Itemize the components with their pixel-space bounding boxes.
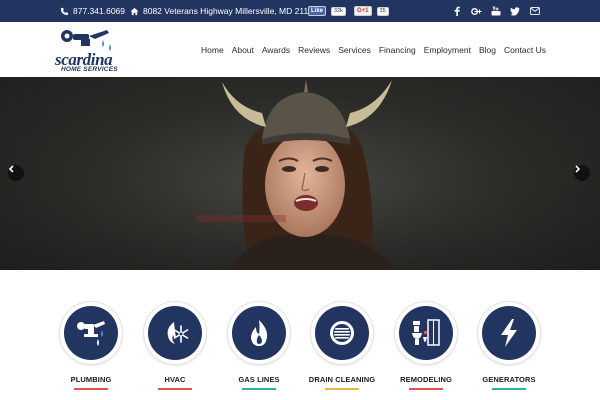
- service-label: GENERATORS: [482, 375, 536, 384]
- google-plus-button[interactable]: G+1: [354, 6, 372, 16]
- service-label: PLUMBING: [70, 375, 112, 384]
- service-icon-ring: [395, 302, 457, 364]
- service-label: REMODELING: [400, 375, 452, 384]
- bathroom-icon: [412, 319, 440, 346]
- services-section: PLUMBING HVAC GAS LINES DRAIN CLEANING R…: [0, 270, 600, 400]
- drain-icon: [330, 321, 354, 345]
- service-icon-ring: [311, 302, 373, 364]
- service-accent-line: [74, 388, 108, 390]
- phone-text: 877.341.6069: [73, 6, 125, 16]
- service-label: DRAIN CLEANING: [308, 375, 376, 384]
- site-header: scardina HOME SERVICES Home About Awards…: [0, 22, 600, 77]
- fire-snowflake-icon: [167, 322, 189, 344]
- logo[interactable]: scardina HOME SERVICES: [55, 26, 131, 74]
- slider-next-button[interactable]: [574, 165, 590, 181]
- slider-prev-button[interactable]: [8, 165, 24, 181]
- service-accent-line: [242, 388, 276, 390]
- service-icon-circle: [232, 306, 286, 360]
- google-plus-icon[interactable]: [469, 0, 483, 22]
- twitter-icon[interactable]: [508, 0, 522, 22]
- youtube-icon[interactable]: [489, 0, 503, 22]
- service-accent-line: [325, 388, 359, 390]
- nav-contact-us[interactable]: Contact Us: [504, 45, 546, 55]
- nav-services[interactable]: Services: [338, 45, 371, 55]
- service-icon-ring: [144, 302, 206, 364]
- service-generators[interactable]: GENERATORS: [469, 302, 549, 390]
- nav-employment[interactable]: Employment: [424, 45, 471, 55]
- nav-reviews[interactable]: Reviews: [298, 45, 330, 55]
- service-accent-line: [409, 388, 443, 390]
- service-icon-ring: [228, 302, 290, 364]
- nav-home[interactable]: Home: [201, 45, 224, 55]
- chevron-right-icon: [575, 165, 581, 173]
- address: 8082 Veterans Highway Millersville, MD 2…: [130, 0, 318, 22]
- chevron-left-icon: [8, 165, 14, 173]
- google-plus-count: 35: [376, 6, 389, 16]
- service-icon-circle: [148, 306, 202, 360]
- facebook-like-button[interactable]: Like: [308, 6, 327, 16]
- hero-slider: [0, 77, 600, 270]
- email-icon[interactable]: [528, 0, 542, 22]
- lightning-icon: [501, 319, 517, 347]
- nav-blog[interactable]: Blog: [479, 45, 496, 55]
- service-label: HVAC: [164, 375, 186, 384]
- service-icon-ring: [60, 302, 122, 364]
- address-text: 8082 Veterans Highway Millersville, MD 2…: [143, 6, 318, 16]
- faucet-icon: [77, 321, 105, 346]
- facebook-like-widget[interactable]: Like 32k: [308, 0, 346, 22]
- top-bar: 877.341.6069 8082 Veterans Highway Mille…: [0, 0, 600, 22]
- service-hvac[interactable]: HVAC: [135, 302, 215, 390]
- nav-awards[interactable]: Awards: [262, 45, 290, 55]
- service-icon-circle: [64, 306, 118, 360]
- service-label: GAS LINES: [238, 375, 280, 384]
- google-plus-widget[interactable]: G+1 35: [354, 0, 389, 22]
- service-drain-cleaning[interactable]: DRAIN CLEANING: [302, 302, 382, 390]
- service-plumbing[interactable]: PLUMBING: [51, 302, 131, 390]
- nav-about[interactable]: About: [232, 45, 254, 55]
- service-accent-line: [158, 388, 192, 390]
- service-icon-circle: [482, 306, 536, 360]
- nav-financing[interactable]: Financing: [379, 45, 416, 55]
- flame-icon: [251, 320, 268, 346]
- facebook-like-count: 32k: [331, 6, 346, 16]
- home-icon: [130, 7, 139, 15]
- phone-number[interactable]: 877.341.6069: [60, 0, 125, 22]
- facebook-icon[interactable]: [450, 0, 464, 22]
- service-accent-line: [492, 388, 526, 390]
- service-icon-ring: [478, 302, 540, 364]
- service-icon-circle: [315, 306, 369, 360]
- main-nav: Home About Awards Reviews Services Finan…: [201, 22, 546, 77]
- hero-image: [0, 77, 600, 270]
- service-gas-lines[interactable]: GAS LINES: [219, 302, 299, 390]
- service-icon-circle: [399, 306, 453, 360]
- logo-tagline: HOME SERVICES: [61, 66, 118, 73]
- phone-icon: [60, 7, 69, 15]
- service-remodeling[interactable]: REMODELING: [386, 302, 466, 390]
